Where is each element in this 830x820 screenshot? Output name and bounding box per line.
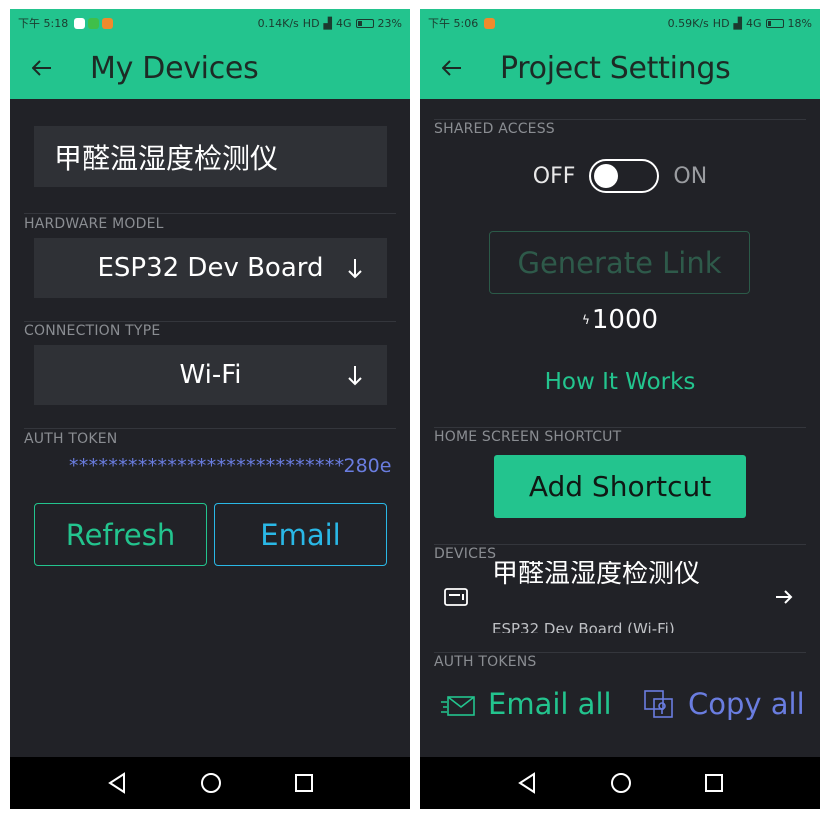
hardware-model-value: ESP32 Dev Board [97,253,324,283]
divider [434,119,806,120]
toggle-knob [594,164,619,188]
page-title: Project Settings [500,50,731,86]
signal-icon: ▟ [733,16,743,30]
status-time: 下午 5:06 [428,17,479,30]
notification-icon [102,17,114,29]
auth-token-label: AUTH TOKEN [24,431,118,447]
divider [434,427,806,428]
nav-home-icon[interactable] [610,772,632,794]
home-screen-shortcut-label: HOME SCREEN SHORTCUT [434,429,622,445]
status-bar: 下午 5:06 0.59K/s HD ▟ 4G 18% [420,9,820,37]
arrow-down-icon [348,259,362,279]
email-all-button[interactable]: Email all [440,683,612,725]
divider [434,652,806,653]
network-type: 4G [336,16,352,30]
nav-back-icon[interactable] [106,772,128,794]
app-bar: Project Settings [420,37,820,99]
nav-recents-icon[interactable] [704,773,724,793]
device-icon [444,588,468,606]
connection-type-select[interactable]: Wi-Fi [34,345,387,405]
hardware-model-select[interactable]: ESP32 Dev Board [34,238,387,298]
arrow-back-icon [32,60,51,76]
devices-label: DEVICES [434,546,497,562]
device-name: 甲醛温湿度检测仪 [492,561,701,589]
refresh-button[interactable]: Refresh [34,503,207,566]
connection-type-value: Wi-Fi [179,360,242,390]
email-icon [441,696,475,716]
my-devices-screen: 下午 5:18 0.14K/s HD ▟ 4G 23% My Devices 甲… [10,9,410,809]
toggle-on-label: ON [673,163,708,189]
copy-icon [644,690,673,718]
notification-app-icon [74,17,86,29]
wechat-icon [88,17,100,29]
battery-icon [765,18,784,28]
auth-token-suffix: 280e [343,455,392,477]
battery-icon [355,18,374,28]
navigation-bar [420,757,820,809]
battery-percent: 18% [787,16,812,30]
auth-token-value[interactable]: ****************************280e [68,455,391,477]
shared-access-row: OFF ON [420,157,820,195]
divider [24,428,396,429]
arrow-forward-icon [776,590,793,604]
network-speed: 0.14K/s [257,16,299,30]
project-settings-screen: 下午 5:06 0.59K/s HD ▟ 4G 18% Project Sett… [420,9,820,809]
battery-percent: 23% [377,16,402,30]
auth-tokens-label: AUTH TOKENS [434,654,537,670]
connection-type-label: CONNECTION TYPE [24,323,161,339]
back-button[interactable] [10,37,74,99]
shared-access-label: SHARED ACCESS [434,121,555,137]
how-it-works-link[interactable]: How It Works [420,369,820,395]
copy-all-button[interactable]: Copy all [642,683,805,725]
auth-token-masked: **************************** [68,455,345,477]
notification-icon [484,17,496,29]
email-all-label: Email all [488,687,612,721]
device-subtitle: ESP32 Dev Board (Wi-Fi) [492,620,675,633]
generate-link-button[interactable]: Generate Link [489,231,750,294]
arrow-down-icon [348,366,362,386]
bolt-icon: ϟ [581,313,590,327]
nav-back-icon[interactable] [516,772,538,794]
device-name-input[interactable]: 甲醛温湿度检测仪 [34,126,387,187]
divider [24,321,396,322]
add-shortcut-button[interactable]: Add Shortcut [494,455,746,518]
divider [24,213,396,214]
divider [434,544,806,545]
back-button[interactable] [420,37,484,99]
app-bar: My Devices [10,37,410,99]
hd-indicator: HD [302,16,320,30]
arrow-back-icon [442,60,461,76]
energy-cost: ϟ1000 [420,305,820,335]
status-bar: 下午 5:18 0.14K/s HD ▟ 4G 23% [10,9,410,37]
nav-recents-icon[interactable] [294,773,314,793]
network-type: 4G [746,16,762,30]
copy-all-label: Copy all [688,687,805,721]
signal-icon: ▟ [323,16,333,30]
navigation-bar [10,757,410,809]
shared-access-toggle[interactable] [589,159,660,193]
network-speed: 0.59K/s [667,16,709,30]
energy-value: 1000 [591,305,659,335]
device-list-item[interactable]: 甲醛温湿度检测仪 ESP32 Dev Board (Wi-Fi) [420,561,820,633]
email-button[interactable]: Email [214,503,387,566]
status-time: 下午 5:18 [18,17,69,30]
hd-indicator: HD [712,16,730,30]
nav-home-icon[interactable] [200,772,222,794]
page-title: My Devices [90,50,259,86]
hardware-model-label: HARDWARE MODEL [24,216,164,232]
toggle-off-label: OFF [532,163,576,189]
